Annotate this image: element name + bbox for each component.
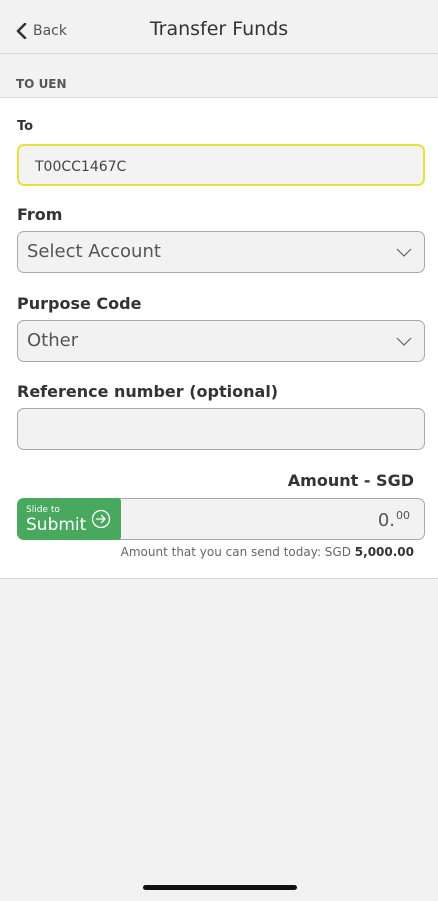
reference-input[interactable]	[17, 408, 425, 450]
transfer-funds-screen: Back Transfer Funds TO UEN To T00CC1467C…	[0, 0, 438, 901]
slide-to-submit-button[interactable]: Slide to Submit	[17, 498, 121, 540]
transfer-form: To T00CC1467C From Select Account Purpos…	[0, 98, 438, 579]
purpose-selected-value: Other	[27, 330, 79, 351]
amount-value: 0.00	[378, 509, 410, 531]
amount-label: Amount - SGD	[287, 471, 414, 490]
limit-prefix: Amount that you can send today: SGD	[120, 545, 355, 559]
page-title: Transfer Funds	[149, 18, 289, 40]
amount-decimals: 00	[396, 509, 410, 522]
from-selected-value: Select Account	[27, 241, 161, 262]
arrow-right-circle-icon	[91, 509, 111, 529]
purpose-code-label: Purpose Code	[17, 294, 142, 313]
daily-limit-text: Amount that you can send today: SGD 5,00…	[121, 545, 414, 559]
amount-integer: 0.	[377, 510, 395, 531]
home-indicator	[143, 885, 297, 890]
to-value: T00CC1467C	[35, 159, 127, 175]
from-label: From	[17, 205, 63, 224]
purpose-code-select[interactable]: Other	[17, 320, 425, 362]
reference-label: Reference number (optional)	[17, 382, 279, 401]
slide-to-label: Slide to	[26, 505, 60, 515]
chevron-down-icon	[396, 337, 412, 346]
from-account-select[interactable]: Select Account	[17, 231, 425, 273]
to-field[interactable]: T00CC1467C	[17, 144, 425, 186]
to-label: To	[17, 119, 34, 134]
chevron-down-icon	[396, 248, 412, 257]
section-label: TO UEN	[16, 77, 67, 91]
nav-header: Back Transfer Funds	[0, 0, 438, 54]
limit-value: 5,000.00	[354, 545, 414, 559]
submit-label: Submit	[26, 515, 87, 535]
amount-field[interactable]: Slide to Submit 0.00	[17, 498, 425, 540]
section-header: TO UEN	[0, 54, 438, 98]
